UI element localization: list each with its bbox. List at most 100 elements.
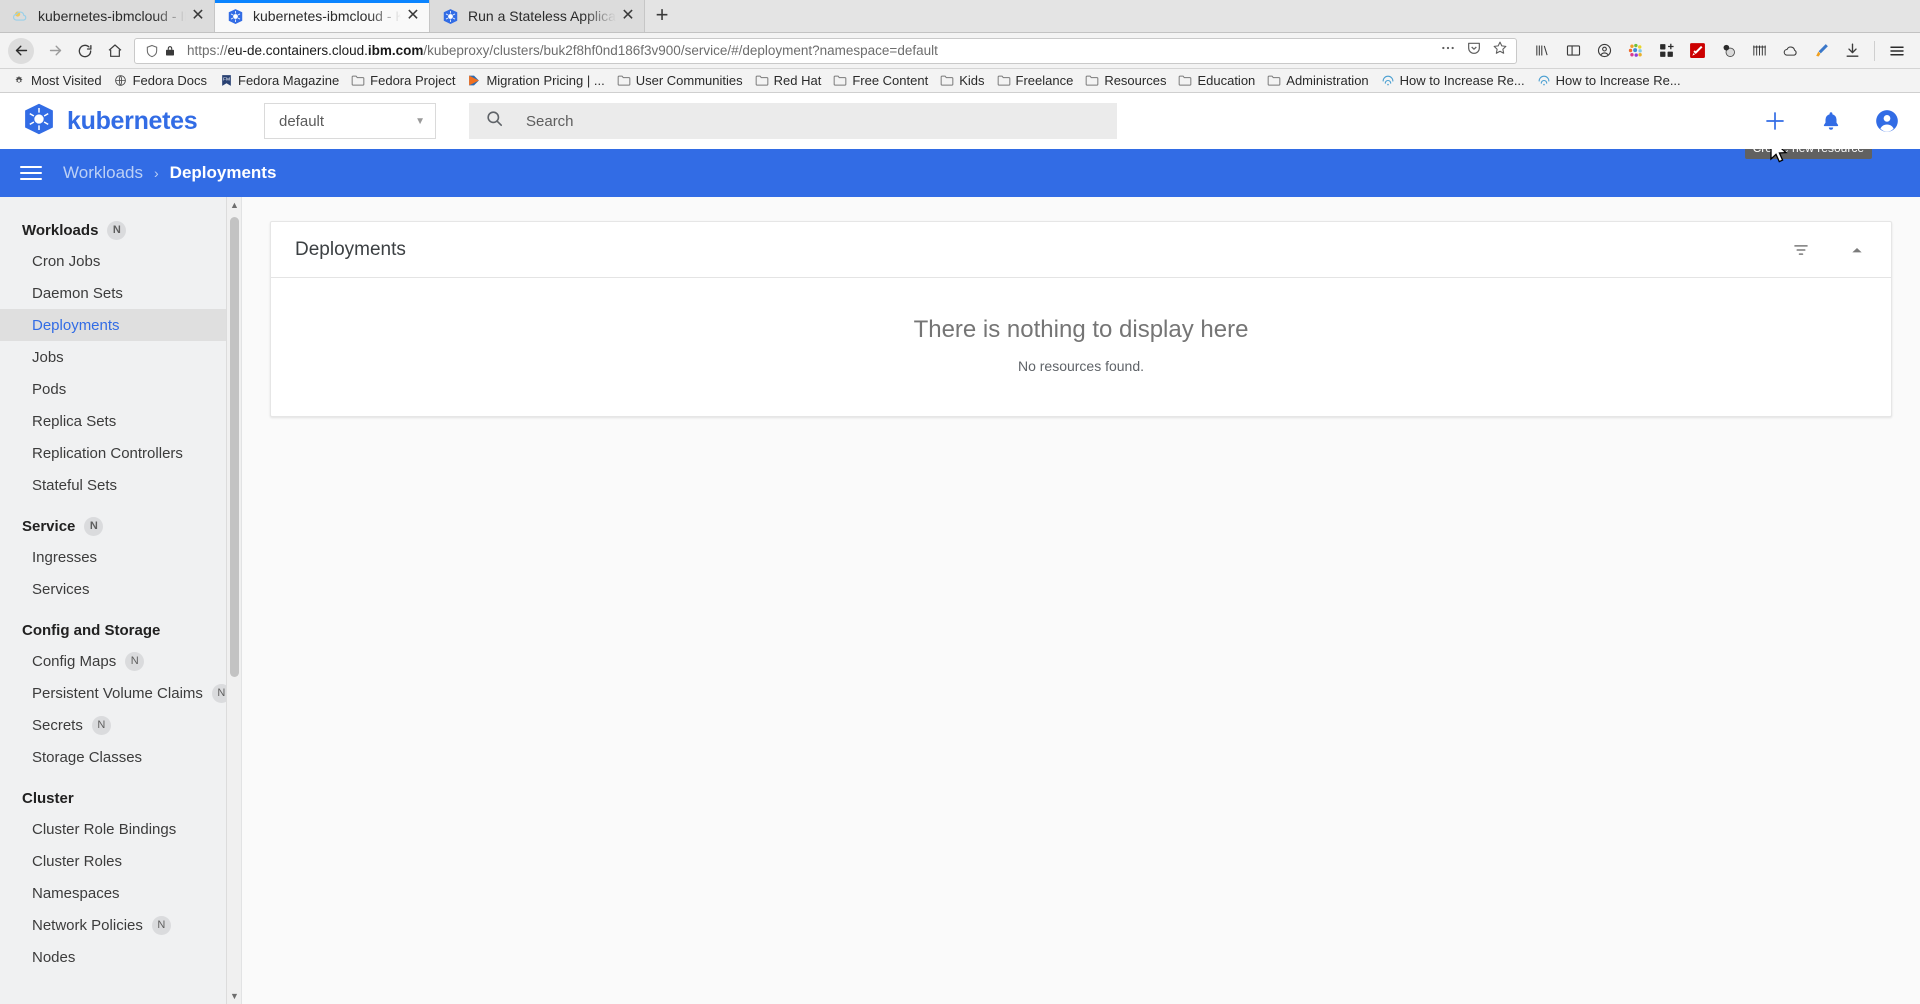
sidebar-item-services[interactable]: Services xyxy=(0,573,241,605)
scrollbar-thumb[interactable] xyxy=(230,217,239,677)
bookmark-freelance[interactable]: Freelance xyxy=(991,73,1080,88)
wappalyzer-icon[interactable] xyxy=(1682,37,1713,65)
padlock-icon[interactable] xyxy=(161,44,179,57)
page-actions-ellipsis-icon[interactable] xyxy=(1436,40,1460,61)
sidebar-item-cluster-role-bindings[interactable]: Cluster Role Bindings xyxy=(0,813,241,845)
nav-item-label: Services xyxy=(32,580,90,598)
save-to-pocket-icon[interactable] xyxy=(1462,40,1486,61)
bookmark-resources[interactable]: Resources xyxy=(1079,73,1172,88)
bookmark-most-visited[interactable]: Most Visited xyxy=(6,73,108,88)
namespaced-badge: N xyxy=(151,915,171,935)
namespace-selector[interactable]: default ▼ xyxy=(264,103,436,139)
account-circle-icon[interactable] xyxy=(1589,37,1620,65)
breadcrumb-bar: Workloads › Deployments Create new resou… xyxy=(0,137,1920,197)
sidebar-item-secrets[interactable]: Secrets N xyxy=(0,709,241,741)
bookmark-label: Most Visited xyxy=(31,73,102,88)
bookmark-user-communities[interactable]: User Communities xyxy=(611,73,749,88)
cloud-icon[interactable] xyxy=(1775,37,1806,65)
nav-group-label: Cluster xyxy=(22,789,74,807)
user-account-icon[interactable] xyxy=(1874,108,1900,134)
sidebar-item-storage-classes[interactable]: Storage Classes xyxy=(0,741,241,773)
reload-icon[interactable] xyxy=(70,37,100,65)
scroll-down-arrow-icon[interactable]: ▼ xyxy=(227,988,241,1004)
close-icon[interactable]: ✕ xyxy=(618,6,638,26)
forward-arrow-icon[interactable] xyxy=(40,37,70,65)
browser-window: kubernetes-ibmcloud - IB ✕ kubernetes-ib… xyxy=(0,0,1920,1004)
filter-icon[interactable] xyxy=(1789,238,1813,262)
sidebar-item-jobs[interactable]: Jobs xyxy=(0,341,241,373)
folder-icon xyxy=(351,74,365,88)
sidebar-icon[interactable] xyxy=(1558,37,1589,65)
molecule-icon[interactable] xyxy=(1713,37,1744,65)
search-placeholder: Search xyxy=(526,112,574,130)
bookmark-kids[interactable]: Kids xyxy=(934,73,990,88)
sidebar-scrollbar[interactable]: ▲ ▼ xyxy=(226,197,241,1004)
sidebar-item-deployments[interactable]: Deployments xyxy=(0,309,241,341)
bookmark-free-content[interactable]: Free Content xyxy=(827,73,934,88)
back-arrow-icon[interactable] xyxy=(8,37,34,64)
kubernetes-logo[interactable]: kubernetes xyxy=(22,102,264,141)
sidebar-item-stateful-sets[interactable]: Stateful Sets xyxy=(0,469,241,501)
browser-tab-3[interactable]: Run a Stateless Applicat ✕ xyxy=(430,0,645,32)
nav-item-label: Pods xyxy=(32,380,67,398)
folder-icon xyxy=(833,74,847,88)
bookmark-star-icon[interactable] xyxy=(1488,40,1512,61)
url-text[interactable]: https://eu-de.containers.cloud.ibm.com/k… xyxy=(187,43,1436,58)
bookmark-administration[interactable]: Administration xyxy=(1261,73,1374,88)
search-input[interactable]: Search xyxy=(469,103,1117,139)
folder-icon xyxy=(940,74,954,88)
browser-tab-2[interactable]: kubernetes-ibmcloud - K ✕ xyxy=(215,0,430,32)
hamburger-menu-icon[interactable] xyxy=(1881,37,1912,65)
menu-toggle-icon[interactable] xyxy=(16,158,46,188)
library-icon[interactable] xyxy=(1527,37,1558,65)
breadcrumb-parent[interactable]: Workloads xyxy=(63,163,143,183)
folder-icon xyxy=(997,74,1011,88)
extension-grid-icon[interactable] xyxy=(1651,37,1682,65)
bookmark-fedora-docs[interactable]: Fedora Docs xyxy=(108,73,213,88)
browser-tab-1[interactable]: kubernetes-ibmcloud - IB ✕ xyxy=(0,0,215,32)
bookmark-red-hat[interactable]: Red Hat xyxy=(749,73,828,88)
ruler-icon[interactable] xyxy=(1744,37,1775,65)
new-tab-button[interactable]: + xyxy=(645,0,679,32)
notifications-bell-icon[interactable] xyxy=(1818,108,1844,134)
globe-icon xyxy=(114,74,128,88)
bookmark-how-to-increase-1[interactable]: How to Increase Re... xyxy=(1375,73,1531,88)
colorzilla-icon[interactable] xyxy=(1620,37,1651,65)
sidebar-item-pods[interactable]: Pods xyxy=(0,373,241,405)
close-icon[interactable]: ✕ xyxy=(403,6,423,26)
sidebar-item-daemon-sets[interactable]: Daemon Sets xyxy=(0,277,241,309)
namespaced-badge: N xyxy=(91,715,111,735)
home-icon[interactable] xyxy=(100,37,130,65)
sidebar-item-network-policies[interactable]: Network Policies N xyxy=(0,909,241,941)
sidebar-item-cluster-roles[interactable]: Cluster Roles xyxy=(0,845,241,877)
url-bar[interactable]: https://eu-de.containers.cloud.ibm.com/k… xyxy=(134,37,1517,64)
empty-state-subtitle: No resources found. xyxy=(1017,358,1145,374)
highlighter-icon[interactable] xyxy=(1806,37,1837,65)
bookmark-how-to-increase-2[interactable]: How to Increase Re... xyxy=(1531,73,1687,88)
sidebar-item-ingresses[interactable]: Ingresses xyxy=(0,541,241,573)
tracking-protection-shield-icon[interactable] xyxy=(143,44,161,58)
chevron-up-icon[interactable] xyxy=(1845,238,1869,262)
downloads-icon[interactable] xyxy=(1837,37,1868,65)
empty-state-title: There is nothing to display here xyxy=(913,316,1249,343)
sidebar-item-cron-jobs[interactable]: Cron Jobs xyxy=(0,245,241,277)
bookmark-fedora-magazine[interactable]: FM Fedora Magazine xyxy=(213,73,345,88)
sidebar-item-nodes[interactable]: Nodes xyxy=(0,941,241,973)
bookmark-migration-pricing[interactable]: Migration Pricing | ... xyxy=(461,73,610,88)
namespace-value: default xyxy=(279,112,325,130)
close-icon[interactable]: ✕ xyxy=(188,6,208,26)
sidebar-item-persistent-volume-claims[interactable]: Persistent Volume Claims N xyxy=(0,677,241,709)
sidebar-item-namespaces[interactable]: Namespaces xyxy=(0,877,241,909)
url-full: https://eu-de.containers.cloud.ibm.com/k… xyxy=(187,43,938,58)
create-new-resource-icon[interactable] xyxy=(1762,108,1788,134)
sidebar-item-replication-controllers[interactable]: Replication Controllers xyxy=(0,437,241,469)
bookmark-label: Fedora Magazine xyxy=(238,73,340,88)
bookmark-education[interactable]: Education xyxy=(1172,73,1261,88)
nav-group-workloads: Workloads N xyxy=(0,215,241,245)
sidebar-item-config-maps[interactable]: Config Maps N xyxy=(0,645,241,677)
bookmark-fedora-project[interactable]: Fedora Project xyxy=(345,73,461,88)
sidebar-item-replica-sets[interactable]: Replica Sets xyxy=(0,405,241,437)
kubernetes-icon xyxy=(442,8,459,25)
scroll-up-arrow-icon[interactable]: ▲ xyxy=(227,197,241,213)
